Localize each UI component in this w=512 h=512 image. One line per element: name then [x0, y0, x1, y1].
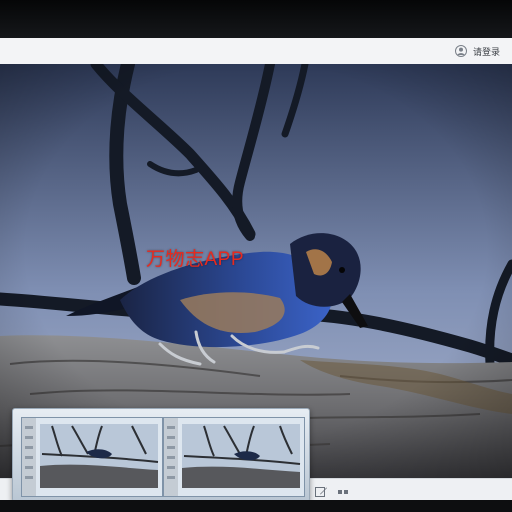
thumbnail-2[interactable] [163, 417, 305, 497]
bird-thumbnail-image [22, 418, 162, 496]
watermark: 万物志APP [146, 249, 245, 270]
user-area[interactable]: 请登录 [454, 42, 500, 60]
monitor-bezel-bottom [0, 500, 512, 512]
user-avatar-icon[interactable] [454, 45, 467, 57]
monitor-bezel-top [0, 0, 512, 40]
edit-icon[interactable] [314, 485, 328, 499]
top-bar: 请登录 [0, 38, 512, 65]
login-link[interactable]: 请登录 [473, 45, 500, 58]
thumbnail-1[interactable] [21, 417, 163, 497]
more-icon[interactable] [336, 485, 350, 499]
thumbnail-strip [12, 408, 310, 502]
bird-thumbnail-image [164, 418, 304, 496]
